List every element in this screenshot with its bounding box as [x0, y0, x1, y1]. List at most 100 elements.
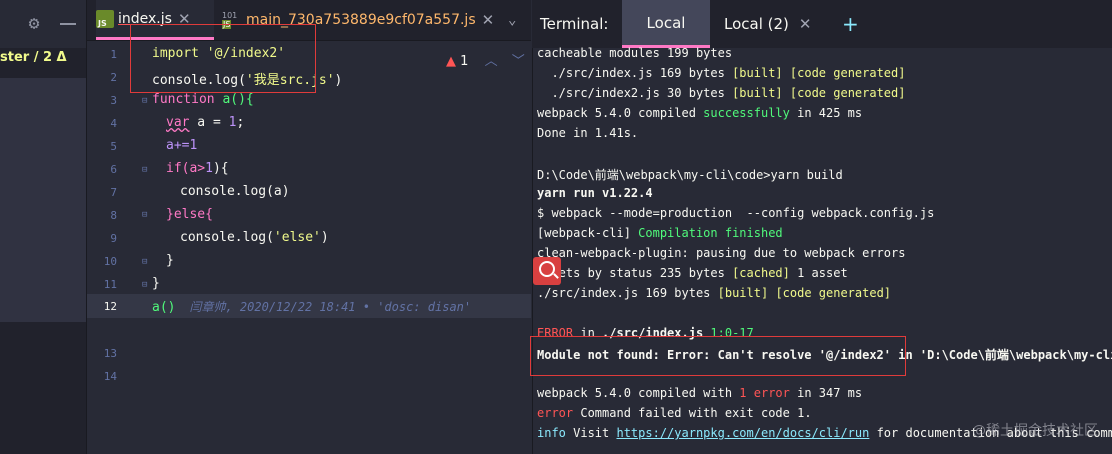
terminal-text: assets by status 235 bytes [537, 266, 733, 280]
code-text: ; [236, 115, 245, 130]
code-text: ) [334, 73, 343, 88]
terminal-line: ./src/index.js 169 bytes [built] [code g… [537, 66, 905, 80]
gear-icon[interactable]: ⚙ [24, 14, 44, 34]
line-number: 9 [110, 232, 117, 245]
add-tab-icon[interactable]: + [842, 0, 859, 48]
docs-link[interactable]: https://yarnpkg.com/en/docs/cli/run [616, 426, 869, 440]
code-line[interactable]: if(a>1){ [166, 161, 229, 176]
close-icon[interactable]: ✕ [482, 11, 495, 29]
terminal-text: ./src/index.js 169 bytes [537, 286, 718, 300]
code-line[interactable]: function a(){ [152, 92, 254, 107]
terminal-line: [webpack-cli] Compilation finished [537, 226, 783, 240]
git-blame-annotation: 闫章帅, 2020/12/22 18:41 • 'dosc: disan' [189, 300, 472, 314]
fold-icon[interactable]: ⊟ [142, 165, 147, 175]
terminal-line: ./src/index.js 169 bytes [built] [code g… [537, 286, 891, 300]
line-number: 10 [103, 255, 117, 268]
tab-local[interactable]: Local [622, 0, 710, 48]
annotation-box [130, 24, 316, 93]
fold-icon[interactable]: ⊟ [142, 96, 147, 106]
terminal-text: [built] [732, 86, 783, 100]
terminal-line: D:\Code\前端\webpack\my-cli\code>yarn buil… [537, 166, 843, 183]
terminal-text: error [537, 406, 574, 420]
fold-icon[interactable]: ⊟ [142, 257, 147, 267]
terminal-line: $ webpack --mode=production --config web… [537, 206, 934, 220]
line-number: 4 [110, 117, 117, 130]
code-text: console.log( [180, 230, 274, 245]
code-line[interactable]: a() 闫章帅, 2020/12/22 18:41 • 'dosc: disan' [152, 298, 471, 315]
terminal-text: Compilation finished [638, 226, 783, 240]
line-number: 14 [103, 370, 117, 383]
terminal-text: clean-webpack-plugin: pausing due to web… [537, 246, 906, 260]
code-text: function [152, 92, 215, 107]
terminal-text: Command failed with exit code 1. [573, 406, 812, 420]
chevron-down-icon[interactable]: ⌄ [508, 12, 516, 28]
code-line[interactable]: console.log(a) [180, 184, 290, 199]
code-text: a+=1 [166, 138, 198, 153]
terminal-line: webpack 5.4.0 compiled with 1 error in 3… [537, 386, 862, 400]
terminal-text: in 347 ms [789, 386, 863, 400]
line-number: 13 [103, 347, 117, 360]
chevron-down-icon[interactable]: ﹀ [512, 54, 525, 69]
line-number: 6 [110, 163, 117, 176]
code-text: } [152, 276, 160, 291]
terminal-line: clean-webpack-plugin: pausing due to web… [537, 246, 905, 260]
terminal-text: [webpack-cli] [537, 226, 639, 240]
fold-icon[interactable]: ⊟ [142, 210, 147, 220]
line-number: 1 [110, 48, 117, 61]
chevron-up-icon[interactable]: ︿ [485, 54, 498, 69]
terminal-line: ./src/index2.js 30 bytes [built] [code g… [537, 86, 905, 100]
code-text: ) [320, 230, 329, 245]
terminal-text: cacheable modules 199 bytes [537, 46, 733, 60]
git-branch-label: ster / 2 Δ [0, 50, 67, 65]
code-line[interactable]: } [166, 253, 174, 268]
terminal-text: info [537, 426, 566, 440]
terminal-line: cacheable modules 199 bytes [537, 46, 732, 60]
code-text: a = [189, 115, 229, 130]
code-line[interactable]: a+=1 [166, 138, 197, 153]
terminal-text: in 425 ms [789, 106, 863, 120]
watermark: @稀土掘金技术社区 [972, 423, 1098, 439]
terminal-text: yarn run v1.22.4 [537, 186, 653, 200]
terminal-line: error Command failed with exit code 1. [537, 406, 812, 420]
code-line[interactable]: }else{ [166, 207, 213, 222]
terminal-line: yarn run v1.22.4 [537, 186, 653, 200]
line-number: 8 [110, 209, 117, 222]
terminal-text: ./src/index.js 169 bytes [537, 66, 733, 80]
terminal-line: webpack 5.4.0 compiled successfully in 4… [537, 106, 862, 120]
line-number: 11 [103, 278, 117, 291]
code-text: 1 [205, 161, 213, 176]
warning-count: 1 [460, 54, 469, 69]
project-panel-strip [0, 0, 87, 454]
terminal-line: assets by status 235 bytes [cached] 1 as… [537, 266, 848, 280]
inspection-widget[interactable]: ▲ 1 ︿ ﹀ [446, 50, 525, 69]
line-number: 5 [110, 140, 117, 153]
code-text: } [166, 253, 174, 268]
terminal-text: [code generated] [789, 66, 906, 80]
tab-label: Local [646, 13, 686, 32]
fold-icon[interactable]: ⊟ [142, 280, 147, 290]
terminal-text: D:\Code\前端\webpack\my-cli\code>yarn buil… [537, 168, 843, 182]
code-line[interactable]: } [152, 276, 160, 291]
close-icon[interactable]: ✕ [799, 15, 812, 33]
terminal-text: 1 asset [789, 266, 848, 280]
terminal-text: webpack 5.4.0 compiled [537, 106, 704, 120]
line-number: 12 [103, 300, 117, 313]
code-text: a() [152, 300, 176, 315]
code-line[interactable]: var a = 1; [166, 115, 244, 130]
terminal-text: Visit [565, 426, 617, 440]
terminal-text: [built] [717, 286, 769, 300]
tab-local-2[interactable]: Local (2) ✕ [724, 0, 811, 48]
terminal-line: Done in 1.41s. [537, 126, 638, 140]
warning-icon: ▲ [446, 54, 456, 69]
terminal-text: webpack 5.4.0 compiled with [537, 386, 740, 400]
code-line[interactable]: console.log('else') [180, 230, 329, 245]
terminal-tab-bar [532, 0, 1112, 48]
minus-icon[interactable] [60, 23, 76, 25]
code-text: }else{ [166, 207, 213, 222]
line-number: 2 [110, 71, 117, 84]
annotation-box [530, 336, 906, 376]
search-overlay-button[interactable] [533, 257, 561, 285]
code-text: var [166, 115, 190, 130]
